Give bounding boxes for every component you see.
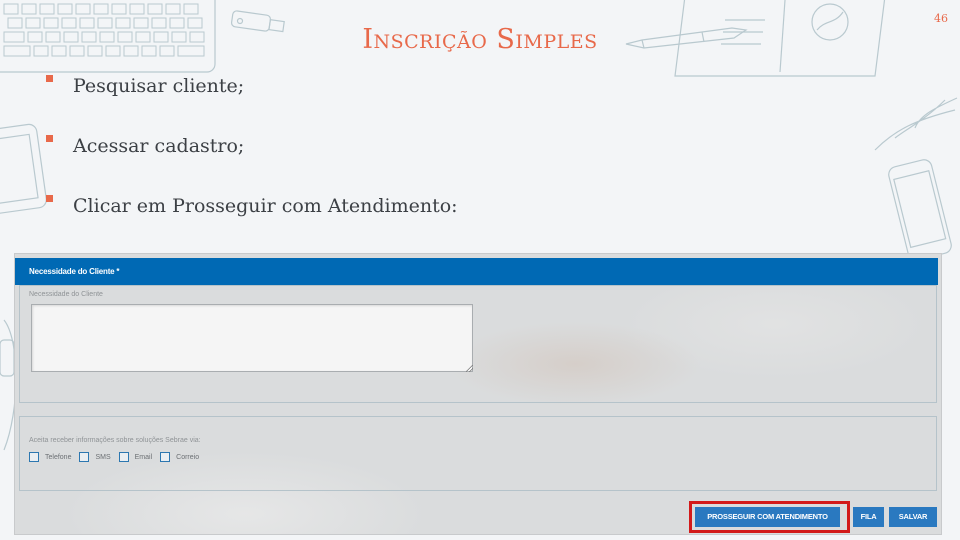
bullet-text: Acessar cadastro; (73, 135, 245, 157)
bullet-list: Pesquisar cliente; Acessar cadastro; Cli… (44, 70, 458, 250)
phone-sketch (888, 159, 952, 261)
option-label: Telefone (45, 453, 72, 461)
bullet-text: Pesquisar cliente; (73, 75, 245, 97)
option-label: Correio (176, 453, 200, 461)
slide-title: Inscrição Simples (362, 24, 598, 55)
save-button[interactable]: SALVAR (889, 507, 937, 527)
bullet-item: Clicar em Prosseguir com Atendimento: (44, 190, 458, 250)
option-sms[interactable]: SMS (79, 452, 111, 462)
client-need-textarea[interactable] (31, 304, 473, 372)
email-checkbox[interactable] (118, 452, 129, 462)
embedded-form-screenshot: Necessidade do Cliente * Necessidade do … (14, 253, 942, 535)
bullet-text: Clicar em Prosseguir com Atendimento: (73, 195, 458, 217)
contact-options-label: Aceita receber informações sobre soluçõe… (29, 437, 201, 444)
option-label: SMS (95, 453, 111, 461)
option-telefone[interactable]: Telefone (29, 452, 71, 462)
plant-sketch (874, 97, 958, 151)
bullet-square-icon (46, 75, 53, 82)
panel-header: Necessidade do Cliente * (15, 258, 938, 285)
contact-options-list: Telefone SMS Email Correio (29, 452, 207, 462)
option-email[interactable]: Email (118, 452, 153, 462)
contact-options-panel: Aceita receber informações sobre soluçõe… (19, 416, 937, 491)
resize-handle-icon[interactable] (466, 365, 473, 372)
queue-button[interactable]: FILA (853, 507, 884, 527)
bullet-square-icon (46, 135, 53, 142)
client-need-label: Necessidade do Cliente (29, 291, 103, 298)
bullet-square-icon (46, 195, 53, 202)
bullet-item: Pesquisar cliente; (44, 70, 458, 130)
proceed-with-service-button[interactable]: PROSSEGUIR COM ATENDIMENTO (695, 507, 840, 527)
correio-checkbox[interactable] (160, 452, 171, 462)
sms-checkbox[interactable] (79, 452, 90, 462)
client-need-panel: Necessidade do Cliente (19, 285, 937, 403)
bullet-item: Acessar cadastro; (44, 130, 458, 190)
option-label: Email (134, 453, 153, 461)
telefone-checkbox[interactable] (29, 452, 39, 462)
option-correio[interactable]: Correio (160, 452, 199, 462)
